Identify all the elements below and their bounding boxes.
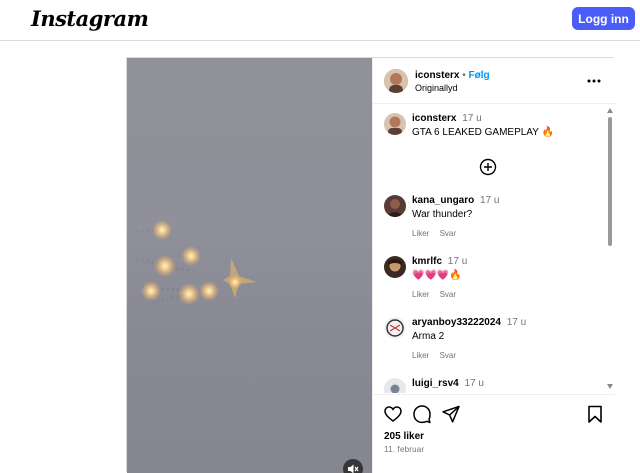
author-username[interactable]: iconsterx [415, 70, 459, 81]
comments-list[interactable]: iconsterx 17 u GTA 6 LEAKED GAMEPLAY 🔥 k… [373, 105, 615, 393]
comment-button[interactable] [412, 404, 432, 424]
comment-text: Arma 2 [412, 331, 445, 342]
comments-scrollbar[interactable] [607, 108, 613, 390]
scroll-down-arrow-icon [607, 384, 613, 389]
scrollbar-graphic [607, 108, 613, 389]
like-comment-button[interactable]: Liker [412, 351, 429, 360]
comment-avatar-image [384, 256, 406, 278]
post-header: iconsterx • Følg Originallyd [373, 58, 615, 104]
mute-button[interactable] [343, 459, 363, 473]
top-bar: Instagram Logg inn [0, 0, 640, 41]
plus-circle-icon [479, 158, 497, 176]
author-avatar[interactable] [384, 69, 408, 93]
reply-button[interactable]: Svar [440, 290, 456, 299]
comment-avatar-image [384, 378, 406, 393]
scroll-up-arrow-icon [607, 108, 613, 113]
post-video[interactable] [127, 58, 372, 473]
heart-icon [384, 406, 402, 422]
instagram-logo[interactable]: Instagram [31, 6, 149, 31]
comment-text: 💗💗💗🔥 [412, 270, 462, 281]
reply-button[interactable]: Svar [440, 351, 456, 360]
audio-label[interactable]: Originallyd [415, 83, 458, 93]
like-button[interactable] [383, 404, 403, 424]
post-card: iconsterx • Følg Originallyd iconsterx 1… [126, 57, 615, 473]
comment-text: War thunder? [412, 209, 473, 220]
like-comment-button[interactable]: Liker [412, 229, 429, 238]
like-count[interactable]: 205 liker [384, 431, 424, 442]
follow-link[interactable]: Følg [469, 70, 490, 81]
caption-avatar-image [384, 113, 406, 135]
comment-username[interactable]: luigi_rsv4 [412, 378, 459, 389]
comment-avatar[interactable] [384, 317, 406, 339]
like-comment-button[interactable]: Liker [412, 290, 429, 299]
comment-avatar[interactable] [384, 195, 406, 217]
video-frame [127, 220, 257, 306]
comment-time: 17 u [464, 378, 484, 389]
caption-text: GTA 6 LEAKED GAMEPLAY 🔥 [412, 127, 554, 138]
caption-time: 17 u [462, 113, 482, 124]
comment-bubble-icon [413, 405, 431, 424]
header-separator: • [462, 70, 466, 81]
post-date[interactable]: 11. februar [384, 445, 424, 454]
caption-username[interactable]: iconsterx [412, 113, 456, 124]
scroll-thumb [608, 117, 612, 246]
caption-avatar[interactable] [384, 113, 406, 135]
more-horizontal-icon [587, 79, 601, 83]
reply-button[interactable]: Svar [440, 229, 456, 238]
jet-shape [223, 258, 257, 298]
comment-avatar[interactable] [384, 256, 406, 278]
post-side-panel: iconsterx • Følg Originallyd iconsterx 1… [372, 58, 615, 473]
comment-time: 17 u [506, 317, 527, 328]
comment-username[interactable]: kmrlfc [412, 256, 442, 267]
comment-avatar-image [384, 317, 406, 339]
comment-time: 17 u [447, 256, 468, 267]
send-icon [442, 405, 460, 423]
post-actions: 205 liker 11. februar [373, 394, 615, 473]
bookmark-icon [588, 405, 602, 423]
login-button[interactable]: Logg inn [572, 7, 635, 30]
comment-username[interactable]: aryanboy33222024 [412, 317, 501, 328]
comment-username[interactable]: kana_ungaro [412, 195, 474, 206]
more-options-button[interactable] [586, 74, 602, 86]
share-button[interactable] [441, 404, 461, 424]
comment-avatar-image [384, 195, 406, 217]
comment-avatar[interactable] [384, 378, 406, 393]
author-avatar-image [384, 69, 408, 93]
save-button[interactable] [585, 404, 605, 424]
load-more-comments-button[interactable] [479, 158, 497, 176]
comment-time: 17 u [480, 195, 500, 206]
